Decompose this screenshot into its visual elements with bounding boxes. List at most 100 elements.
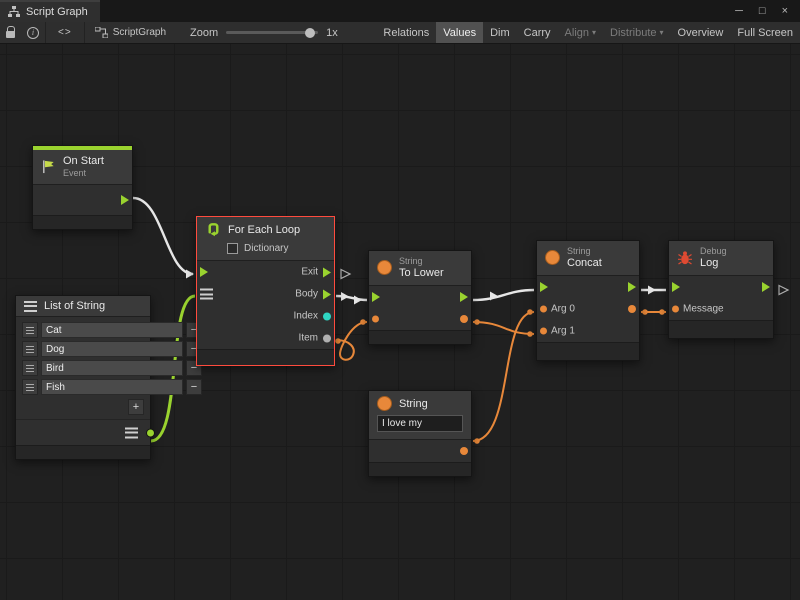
node-title: Concat bbox=[567, 257, 602, 270]
flow-in-port[interactable] bbox=[540, 282, 548, 292]
add-item-button[interactable]: + bbox=[128, 399, 144, 415]
node-category: Debug bbox=[700, 246, 727, 257]
flow-out-port[interactable] bbox=[762, 282, 770, 292]
string-icon bbox=[377, 396, 392, 411]
string-value-input[interactable] bbox=[377, 415, 463, 432]
port-label: Arg 1 bbox=[551, 325, 575, 336]
tab-script-graph[interactable]: Script Graph bbox=[0, 0, 100, 22]
item-out-port[interactable] bbox=[323, 334, 331, 342]
list-item: − bbox=[22, 360, 144, 376]
message-in-port[interactable] bbox=[672, 305, 679, 312]
drag-handle[interactable] bbox=[22, 341, 38, 357]
flow-out-port[interactable] bbox=[121, 195, 129, 205]
flow-out-port[interactable] bbox=[460, 292, 468, 302]
node-category: String bbox=[399, 256, 444, 267]
handle-icon bbox=[26, 365, 34, 372]
node-concat[interactable]: String Concat Arg 0 Arg 1 bbox=[536, 240, 640, 361]
loop-icon bbox=[205, 221, 222, 238]
result-out-port[interactable] bbox=[628, 305, 636, 313]
node-footer bbox=[537, 342, 639, 360]
node-title: String bbox=[399, 398, 428, 410]
port-label: Exit bbox=[301, 267, 318, 278]
list-item: − bbox=[22, 341, 144, 357]
minimize-button[interactable]: ─ bbox=[735, 5, 743, 17]
item-input[interactable] bbox=[41, 322, 183, 338]
graph-toolbar: i <> ScriptGraph Zoom 1x Relations Value… bbox=[0, 22, 800, 44]
values-button[interactable]: Values bbox=[436, 22, 483, 43]
node-footer bbox=[369, 462, 471, 476]
graph-name: ScriptGraph bbox=[113, 27, 166, 38]
close-button[interactable]: × bbox=[782, 5, 788, 17]
drag-handle[interactable] bbox=[22, 322, 38, 338]
list-items: − − − − bbox=[16, 317, 150, 397]
exit-out-port[interactable] bbox=[323, 267, 331, 277]
index-out-port[interactable] bbox=[323, 312, 331, 320]
collection-in-port[interactable] bbox=[200, 289, 213, 300]
flow-out-port[interactable] bbox=[628, 282, 636, 292]
dictionary-checkbox[interactable] bbox=[227, 243, 238, 254]
handle-icon bbox=[26, 327, 34, 334]
checkbox-label: Dictionary bbox=[244, 243, 288, 254]
drag-handle[interactable] bbox=[22, 379, 38, 395]
body-out-port[interactable] bbox=[323, 289, 331, 299]
node-title: To Lower bbox=[399, 267, 444, 280]
result-out-port[interactable] bbox=[460, 315, 468, 323]
graph-asset-icon bbox=[95, 27, 108, 38]
title-bar: Script Graph ─ □ × bbox=[0, 0, 800, 22]
value-out-port[interactable] bbox=[460, 447, 468, 455]
list-icon bbox=[125, 427, 138, 438]
arg0-in-port[interactable] bbox=[540, 305, 547, 312]
node-header: For Each Loop Dictionary bbox=[197, 217, 334, 261]
node-for-each-loop[interactable]: For Each Loop Dictionary Exit Body Index bbox=[196, 216, 335, 366]
port-label: Message bbox=[683, 303, 724, 314]
chevron-down-icon: ▾ bbox=[592, 28, 596, 37]
zoom-slider-knob[interactable] bbox=[305, 28, 315, 38]
node-to-lower[interactable]: String To Lower bbox=[368, 250, 472, 345]
lock-icon bbox=[6, 31, 15, 38]
node-debug-log[interactable]: Debug Log Message bbox=[668, 240, 774, 339]
node-footer bbox=[33, 215, 132, 229]
node-title: On Start bbox=[63, 155, 104, 168]
graph-selector[interactable]: ScriptGraph bbox=[85, 27, 176, 38]
arg1-in-port[interactable] bbox=[540, 327, 547, 334]
port-label: Body bbox=[295, 289, 318, 300]
node-list-of-string[interactable]: List of String − − − − + bbox=[15, 295, 151, 460]
list-out-port[interactable] bbox=[146, 428, 155, 437]
list-item: − bbox=[22, 379, 144, 395]
handle-icon bbox=[26, 384, 34, 391]
tab-title: Script Graph bbox=[26, 6, 88, 18]
flow-in-port[interactable] bbox=[200, 267, 208, 277]
edit-code-button[interactable]: <> bbox=[46, 22, 84, 43]
node-title: Log bbox=[700, 257, 727, 270]
flow-in-port[interactable] bbox=[672, 282, 680, 292]
zoom-label: Zoom bbox=[190, 27, 218, 39]
node-footer bbox=[669, 320, 773, 338]
lock-button[interactable] bbox=[0, 22, 21, 43]
inspect-button[interactable]: i bbox=[21, 22, 45, 43]
remove-item-button[interactable]: − bbox=[186, 379, 202, 395]
node-string-literal[interactable]: String bbox=[368, 390, 472, 477]
flag-icon bbox=[41, 159, 56, 174]
node-footer bbox=[197, 349, 334, 365]
bug-icon bbox=[677, 250, 693, 266]
node-on-start[interactable]: On Start Event bbox=[32, 145, 133, 230]
dim-button[interactable]: Dim bbox=[483, 22, 517, 43]
distribute-button[interactable]: Distribute ▾ bbox=[603, 22, 670, 43]
info-icon: i bbox=[27, 27, 39, 39]
script-graph-icon bbox=[8, 6, 20, 18]
maximize-button[interactable]: □ bbox=[759, 5, 766, 17]
relations-button[interactable]: Relations bbox=[376, 22, 436, 43]
string-in-port[interactable] bbox=[372, 315, 379, 322]
fullscreen-button[interactable]: Full Screen bbox=[730, 22, 800, 43]
list-item: − bbox=[22, 322, 144, 338]
port-label: Arg 0 bbox=[551, 303, 575, 314]
flow-in-port[interactable] bbox=[372, 292, 380, 302]
drag-handle[interactable] bbox=[22, 360, 38, 376]
item-input[interactable] bbox=[41, 341, 183, 357]
overview-button[interactable]: Overview bbox=[671, 22, 731, 43]
item-input[interactable] bbox=[41, 360, 183, 376]
item-input[interactable] bbox=[41, 379, 183, 395]
align-button[interactable]: Align ▾ bbox=[558, 22, 603, 43]
zoom-slider[interactable] bbox=[226, 31, 318, 34]
carry-button[interactable]: Carry bbox=[517, 22, 558, 43]
